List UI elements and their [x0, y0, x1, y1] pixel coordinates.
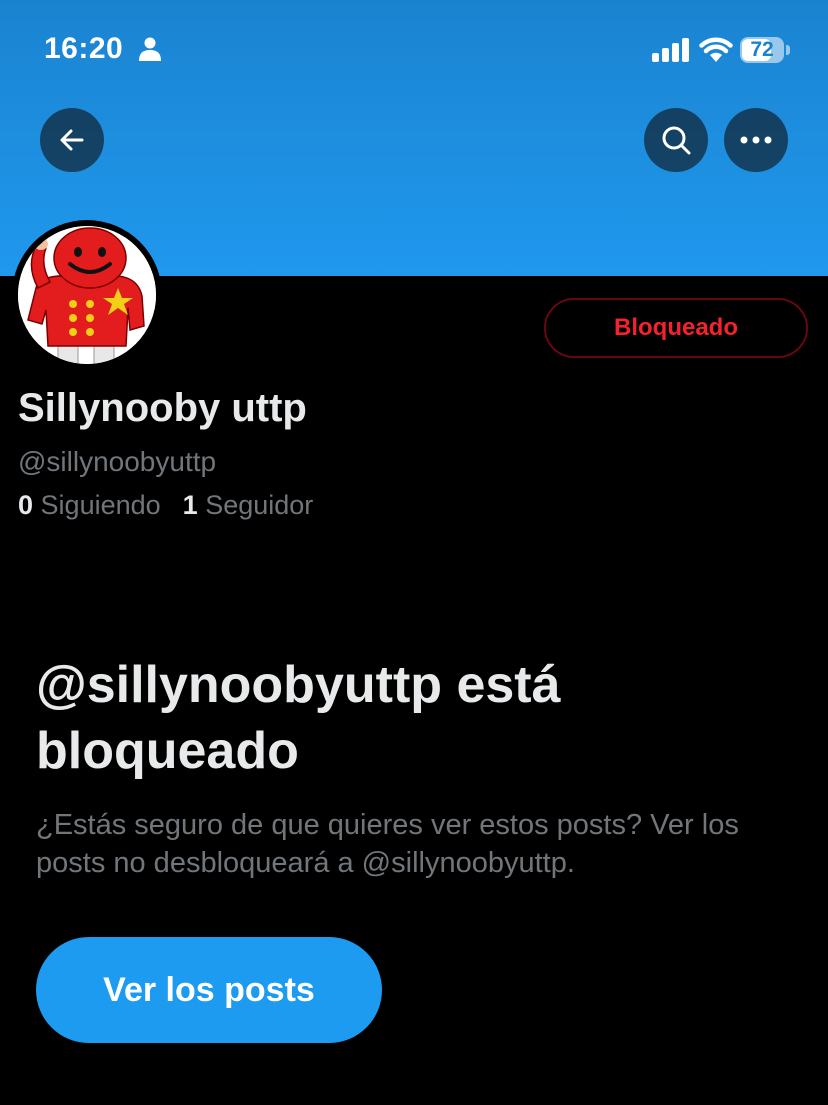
- status-bar: 16:20 72: [0, 0, 828, 100]
- cellular-signal-icon: [652, 38, 689, 62]
- wifi-icon: [699, 37, 733, 62]
- battery-indicator: 72: [740, 37, 792, 63]
- following-link[interactable]: 0 Siguiendo: [18, 490, 161, 521]
- follow-stats: 0 Siguiendo 1 Seguidor: [18, 490, 313, 521]
- followers-label: Seguidor: [205, 490, 314, 520]
- followers-link[interactable]: 1 Seguidor: [183, 490, 314, 521]
- arrow-left-icon: [60, 129, 84, 151]
- more-horizontal-icon: [740, 136, 772, 144]
- search-button[interactable]: [644, 108, 708, 172]
- back-button[interactable]: [40, 108, 104, 172]
- blocked-button[interactable]: Bloqueado: [544, 298, 808, 358]
- search-icon: [662, 126, 691, 155]
- blocked-title: @sillynoobyuttp está bloqueado: [36, 656, 561, 780]
- profile-avatar[interactable]: [12, 220, 162, 370]
- person-icon: [139, 37, 161, 61]
- display-name: Sillynooby uttp: [18, 386, 307, 430]
- following-label: Siguiendo: [40, 490, 161, 520]
- more-options-button[interactable]: [724, 108, 788, 172]
- user-handle: @sillynoobyuttp: [18, 446, 217, 477]
- followers-count: 1: [182, 490, 198, 520]
- view-posts-button[interactable]: Ver los posts: [36, 937, 382, 1043]
- blocked-description: ¿Estás seguro de que quieres ver estos p…: [36, 809, 739, 879]
- avatar-image: [18, 226, 156, 364]
- battery-percent: 72: [750, 38, 774, 61]
- following-count: 0: [18, 490, 34, 520]
- status-time: 16:20: [44, 32, 124, 65]
